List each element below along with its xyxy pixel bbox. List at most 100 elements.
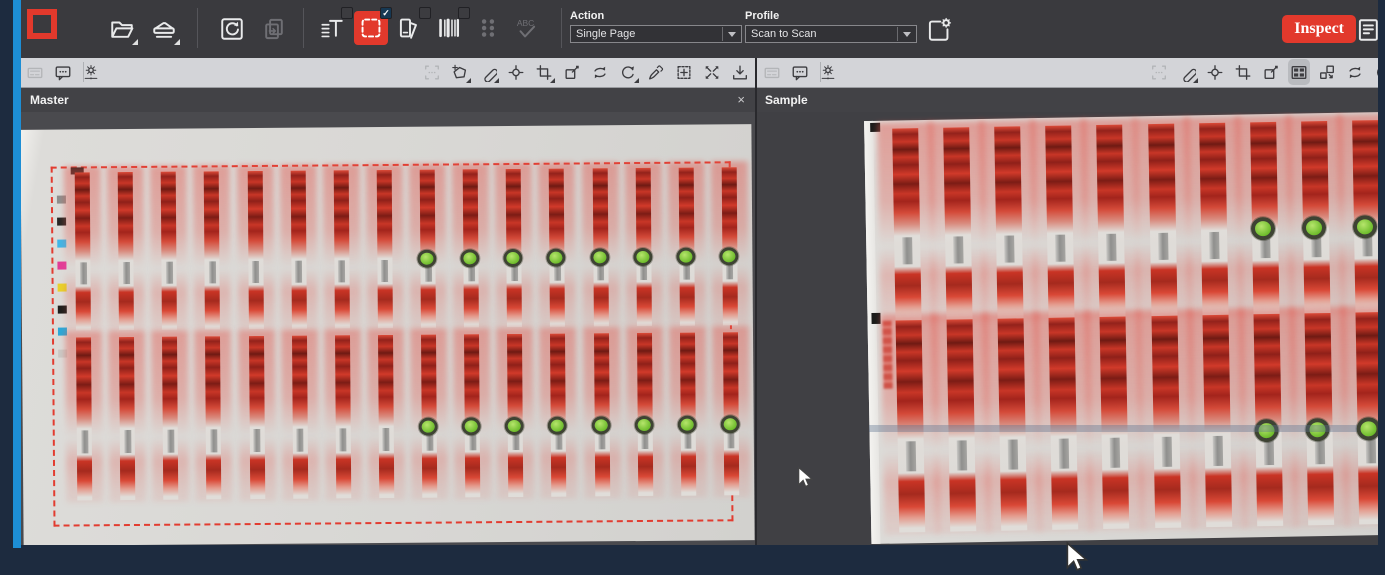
- rotate-icon[interactable]: [1374, 61, 1378, 83]
- report-icon[interactable]: [1352, 13, 1378, 47]
- sample-panel-title: Sample: [765, 93, 808, 107]
- green-dot-marker: [676, 247, 695, 265]
- action-label: Action: [570, 10, 742, 22]
- rotate-icon[interactable]: [619, 61, 637, 83]
- brightness-icon[interactable]: [819, 61, 837, 83]
- package-strip: [464, 334, 480, 497]
- close-icon[interactable]: ×: [737, 88, 745, 112]
- package-strip: [635, 168, 651, 326]
- package-strip: [1199, 123, 1228, 315]
- toolbar-divider: [820, 62, 821, 82]
- move-region-icon[interactable]: [1262, 61, 1280, 83]
- green-dot-marker: [1302, 216, 1326, 239]
- eyedropper-icon[interactable]: [647, 61, 665, 83]
- profile-dropdown[interactable]: Scan to Scan: [745, 25, 917, 43]
- graphics-inspection-icon[interactable]: ✓: [354, 11, 388, 45]
- green-dot-marker: [1353, 215, 1377, 238]
- toolbar-divider: [561, 8, 562, 48]
- master-canvas: [21, 112, 755, 545]
- app-logo-icon: [27, 9, 57, 39]
- toolbar-divider: [303, 8, 304, 48]
- sync-square-icon[interactable]: [215, 12, 249, 46]
- fit-view-icon[interactable]: [703, 61, 721, 83]
- package-strip: [1097, 125, 1126, 317]
- sample-toolbar: [757, 58, 1378, 88]
- save-image-icon[interactable]: [731, 61, 749, 83]
- dropdown-corner-icon: [634, 78, 639, 83]
- green-dot-marker: [460, 249, 479, 267]
- package-strip: [333, 170, 349, 328]
- crosshair-icon[interactable]: [1206, 61, 1224, 83]
- package-strip: [550, 334, 566, 497]
- package-strip: [1049, 317, 1079, 529]
- crop-icon[interactable]: [535, 61, 553, 83]
- sample-scan-image[interactable]: [864, 112, 1378, 544]
- green-dot-marker: [721, 415, 740, 433]
- scrollbar-hint[interactable]: [869, 425, 1357, 432]
- package-strip: [1304, 313, 1334, 525]
- package-strip: [205, 336, 221, 499]
- action-icon-group: [215, 12, 291, 46]
- barcode-inspection-checkbox[interactable]: [458, 7, 470, 19]
- sample-scan-content: [892, 112, 1378, 543]
- add-region-icon[interactable]: [675, 61, 693, 83]
- thumbnail-panel-icon: [763, 61, 781, 83]
- crosshair-icon[interactable]: [507, 61, 525, 83]
- eraser-icon[interactable]: [1178, 61, 1196, 83]
- dropdown-corner-icon: [550, 78, 555, 83]
- edge-icon-group: [1352, 13, 1378, 47]
- package-strip: [1046, 125, 1075, 317]
- package-strip: [549, 169, 565, 327]
- eraser-icon[interactable]: [479, 61, 497, 83]
- sample-canvas: [757, 112, 1378, 545]
- package-strip: [637, 333, 653, 496]
- dropdown-corner-icon: [494, 78, 499, 83]
- grid-view-icon[interactable]: [1290, 61, 1308, 83]
- brightness-icon[interactable]: [82, 61, 100, 83]
- chevron-down-icon: [897, 27, 915, 41]
- package-strip: [377, 170, 393, 328]
- graphics-inspection-checkbox[interactable]: ✓: [380, 7, 392, 19]
- action-dropdown[interactable]: Single Page: [570, 25, 742, 43]
- package-strip: [335, 335, 351, 498]
- master-panel-title: Master: [30, 93, 69, 107]
- dropdown-corner-icon: [174, 39, 180, 45]
- window-resize-icon[interactable]: [1318, 61, 1336, 83]
- text-inspection-checkbox[interactable]: [341, 7, 353, 19]
- folder-open-icon[interactable]: [105, 12, 139, 46]
- new-profile-icon[interactable]: [922, 13, 956, 47]
- inspect-button[interactable]: Inspect: [1282, 15, 1356, 43]
- text-inspection-icon[interactable]: [315, 11, 349, 45]
- barcode-inspection-icon[interactable]: [432, 11, 466, 45]
- package-strip: [1355, 312, 1378, 524]
- profile-new-group: [922, 13, 956, 47]
- dropdown-corner-icon: [132, 39, 138, 45]
- package-strip: [463, 169, 479, 327]
- package-strip: [994, 126, 1023, 318]
- file-icon-group: [105, 12, 181, 46]
- master-toolbar: [21, 58, 755, 88]
- green-dot-marker: [505, 417, 524, 435]
- comment-icon[interactable]: [54, 61, 72, 83]
- package-strip: [943, 127, 972, 319]
- profile-dropdown-value: Scan to Scan: [751, 28, 816, 40]
- package-strip: [249, 336, 265, 499]
- crop-icon[interactable]: [1234, 61, 1252, 83]
- package-strip: [162, 337, 178, 500]
- registration-mark: [871, 313, 880, 324]
- package-strip: [680, 333, 696, 496]
- color-inspection-checkbox[interactable]: [419, 7, 431, 19]
- comment-icon[interactable]: [791, 61, 809, 83]
- sync-views-icon[interactable]: [1346, 61, 1364, 83]
- color-inspection-icon[interactable]: [393, 11, 427, 45]
- master-scan-image[interactable]: [21, 124, 755, 545]
- sync-views-icon[interactable]: [591, 61, 609, 83]
- ocr-region-icon: [423, 61, 441, 83]
- package-strip: [378, 335, 394, 498]
- green-dot-marker: [417, 250, 436, 268]
- package-strip: [1253, 314, 1283, 526]
- move-region-icon[interactable]: [563, 61, 581, 83]
- scanner-icon[interactable]: [147, 12, 181, 46]
- package-strip: [592, 168, 608, 326]
- lasso-select-icon[interactable]: [451, 61, 469, 83]
